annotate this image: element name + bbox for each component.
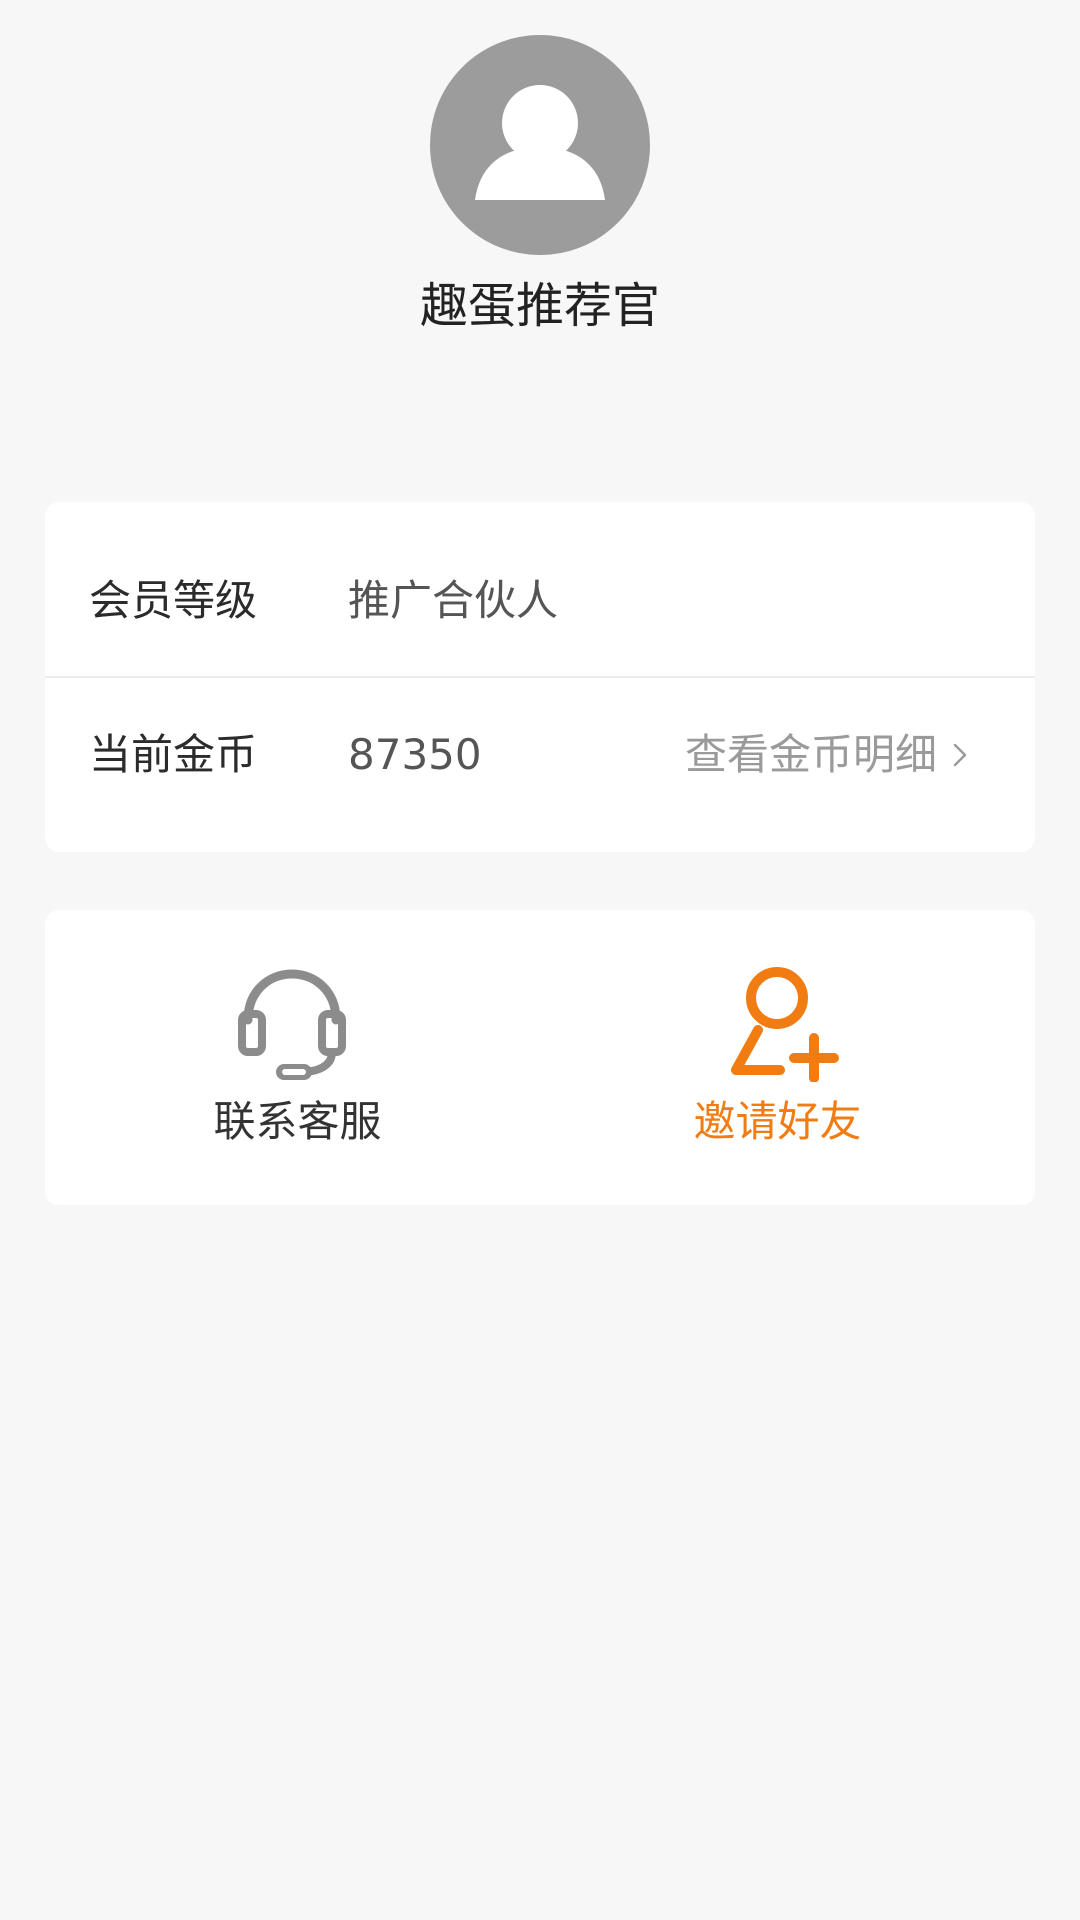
avatar[interactable] xyxy=(430,35,650,255)
member-level-value: 推广合伙人 xyxy=(348,576,559,625)
user-avatar-icon xyxy=(475,85,605,200)
profile-page: 趣蛋推荐官 会员等级 推广合伙人 当前金币 87350 查看金币明细 联系客服 … xyxy=(0,0,1080,1920)
username: 趣蛋推荐官 xyxy=(419,278,660,334)
coins-detail-label: 查看金币明细 xyxy=(684,730,937,779)
coins-detail-link[interactable]: 查看金币明细 xyxy=(685,730,967,780)
contact-support-label: 联系客服 xyxy=(213,1097,382,1146)
quick-actions-card: 联系客服 邀请好友 xyxy=(45,910,1035,1205)
coins-value: 87350 xyxy=(348,730,482,779)
coins-label: 当前金币 xyxy=(89,730,258,779)
add-friend-icon xyxy=(731,967,839,1082)
invite-friends-label: 邀请好友 xyxy=(693,1097,862,1146)
member-info-card: 会员等级 推广合伙人 当前金币 87350 查看金币明细 xyxy=(45,502,1035,852)
coins-row: 当前金币 87350 查看金币明细 xyxy=(45,677,1035,827)
chevron-right-icon xyxy=(953,743,967,767)
invite-friends-button[interactable]: 邀请好友 xyxy=(540,910,1035,1205)
contact-support-button[interactable]: 联系客服 xyxy=(45,910,540,1205)
headset-icon xyxy=(238,969,346,1080)
member-level-row: 会员等级 推广合伙人 xyxy=(45,502,1035,676)
member-level-label: 会员等级 xyxy=(89,576,258,625)
